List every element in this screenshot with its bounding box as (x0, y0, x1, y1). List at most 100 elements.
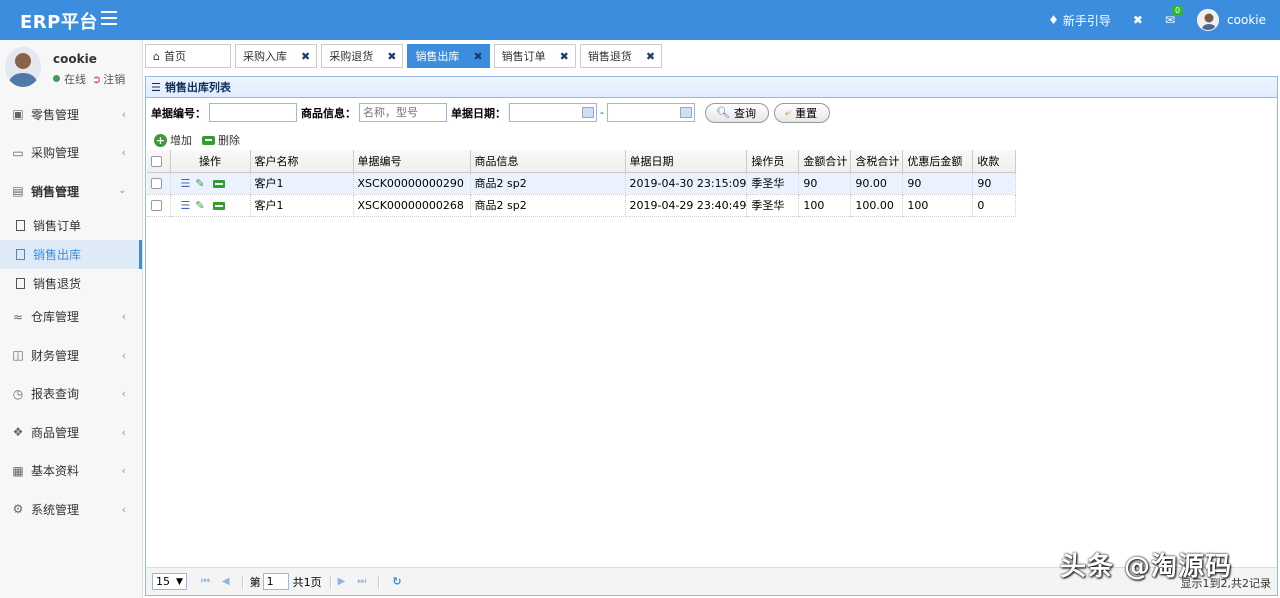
mail-button[interactable]: ✉ 0 (1165, 5, 1184, 27)
calendar-icon[interactable] (582, 107, 594, 118)
diamond-icon: ♦ (1048, 13, 1059, 27)
expand-icon: ✖ (1132, 13, 1143, 27)
select-all-checkbox[interactable] (151, 155, 162, 167)
tab-label: 采购入库 (243, 50, 287, 63)
column-header[interactable]: 客户名称 (250, 150, 354, 173)
sidebar-item-retail[interactable]: ▣ 零售管理 ‹ (0, 95, 142, 134)
logout-link[interactable]: 注销 (103, 73, 125, 86)
logout-icon[interactable]: ➲ (92, 73, 101, 86)
sidebar-item-label: 零售管理 (31, 107, 80, 122)
tax-amount-cell: 100.00 (850, 194, 904, 217)
close-icon[interactable]: ✖ (646, 50, 655, 63)
column-header[interactable]: 金额合计 (798, 150, 852, 173)
sales-outbound-panel: ☰ 销售出库列表 单据编号： 商品信息： 单据日期： - 🔍︎ 查询 ⤶ 重置 … (145, 76, 1278, 596)
row-checkbox[interactable] (151, 178, 162, 189)
date-cell: 2019-04-29 23:40:49 (625, 194, 748, 217)
tax-amount-cell: 90.00 (850, 172, 904, 195)
panel-title: ☰ 销售出库列表 (146, 77, 1277, 98)
sidebar-item-warehouse[interactable]: ≈ 仓库管理 ‹ (0, 298, 142, 337)
column-header[interactable]: 单据编号 (353, 150, 471, 173)
page-number-input[interactable]: 1 (262, 573, 289, 590)
sidebar-item-sales[interactable]: ▤ 销售管理 ⌄ (0, 172, 142, 211)
first-page-icon[interactable]: ⏮︎ (201, 576, 210, 587)
start-date-field[interactable] (509, 103, 597, 122)
delete-icon[interactable] (212, 201, 225, 210)
chevron-left-icon: ‹ (121, 387, 126, 401)
table-row[interactable]: ☰ ✎ 客户1 XSCK00000000290 商品2 sp2 2019-04-3… (147, 172, 1017, 195)
tab-purchase-inbound[interactable]: 采购入库 ✖ (235, 44, 318, 68)
close-icon[interactable]: ✖ (387, 50, 396, 63)
chevron-left-icon: ‹ (121, 107, 126, 121)
list-icon[interactable]: ☰ (181, 177, 191, 190)
row-checkbox[interactable] (151, 200, 162, 211)
sidebar-item-finance[interactable]: ◫ 财务管理 ‹ (0, 336, 142, 375)
sidebar-item-goods[interactable]: ❖ 商品管理 ‹ (0, 413, 142, 452)
sidebar-subitem-sales-return[interactable]: 销售退货 (0, 269, 142, 298)
reset-button[interactable]: ⤶ 重置 (773, 102, 831, 123)
column-header[interactable]: 收款 (972, 150, 1017, 173)
edit-icon[interactable]: ✎ (195, 199, 204, 212)
sidebar-item-reports[interactable]: ◷ 报表查询 ‹ (0, 375, 142, 414)
guide-link[interactable]: ♦ 新手引导 (1048, 12, 1111, 29)
last-page-icon[interactable]: ⏭︎ (357, 576, 366, 587)
page-size-select[interactable]: 15 ▼ (152, 573, 187, 590)
grid-toolbar: + 增加 删除 (146, 130, 1277, 150)
delete-button[interactable]: 删除 (202, 132, 240, 148)
chevron-left-icon: ‹ (121, 146, 126, 160)
column-header[interactable]: 商品信息 (470, 150, 626, 173)
sidebar-item-basic-data[interactable]: ▦ 基本资料 ‹ (0, 452, 142, 491)
tab-sales-return[interactable]: 销售退货 ✖ (579, 44, 663, 68)
sidebar-item-label: 仓库管理 (31, 310, 80, 325)
operator-cell: 季圣华 (746, 194, 800, 217)
row-select-cell (147, 194, 171, 217)
end-date-field[interactable] (606, 103, 695, 122)
tab-purchase-return[interactable]: 采购退货 ✖ (321, 44, 404, 68)
menu-toggle-icon[interactable] (101, 11, 117, 25)
edit-icon[interactable]: ✎ (195, 177, 204, 190)
customer-cell: 客户1 (250, 172, 354, 195)
user-menu[interactable]: cookie (1197, 9, 1266, 31)
tab-sales-outbound[interactable]: 销售出库 ✖ (407, 44, 490, 68)
column-header[interactable]: 单据日期 (625, 150, 748, 173)
pager-divider (378, 574, 381, 589)
close-icon[interactable]: ✖ (301, 50, 310, 63)
column-header[interactable]: 操作员 (746, 150, 800, 173)
app-brand[interactable]: ERP平台 (20, 8, 98, 34)
document-icon (16, 219, 25, 231)
sidebar-subitem-sales-order[interactable]: 销售订单 (0, 211, 142, 240)
delete-icon[interactable] (212, 179, 225, 188)
number-input[interactable] (209, 103, 297, 122)
fullscreen-button[interactable]: ✖ (1133, 13, 1143, 27)
next-page-icon[interactable]: ▶ (338, 576, 346, 587)
sidebar-item-label: 财务管理 (31, 348, 80, 363)
pager-divider (329, 574, 332, 589)
close-icon[interactable]: ✖ (473, 50, 482, 63)
row-select-cell (147, 172, 171, 195)
query-button[interactable]: 🔍︎ 查询 (704, 102, 769, 123)
goods-input[interactable] (359, 103, 447, 122)
header-username: cookie (1227, 13, 1266, 27)
sidebar-item-label: 采购管理 (31, 146, 80, 161)
tab-label: 采购退货 (329, 50, 374, 63)
calendar-icon[interactable] (679, 107, 692, 118)
tab-home[interactable]: ⌂ 首页 (145, 44, 231, 68)
sidebar-subitem-sales-outbound[interactable]: 销售出库 (0, 239, 142, 269)
close-icon[interactable]: ✖ (560, 50, 569, 63)
clock-icon: ◷ (12, 386, 24, 401)
reset-label: 重置 (795, 106, 818, 120)
delete-label: 删除 (218, 134, 240, 147)
sidebar: cookie 在线 ➲ 注销 ▣ 零售管理 ‹ ▭ 采购管理 ‹ ▤ 销售管理 ⌄ … (0, 40, 143, 598)
column-header[interactable]: 含税合计 (850, 150, 904, 173)
column-header[interactable]: 操作 (170, 150, 251, 173)
list-icon[interactable]: ☰ (181, 199, 191, 212)
column-header[interactable]: 优惠后金额 (902, 150, 974, 173)
refresh-icon[interactable]: ↻ (392, 575, 401, 588)
table-row[interactable]: ☰ ✎ 客户1 XSCK00000000268 商品2 sp2 2019-04-2… (147, 194, 1017, 217)
amount-cell: 90 (798, 172, 852, 195)
add-button[interactable]: + 增加 (154, 132, 192, 148)
sidebar-item-purchase[interactable]: ▭ 采购管理 ‹ (0, 134, 142, 173)
prev-page-icon[interactable]: ◀ (222, 576, 230, 587)
remove-icon (202, 135, 215, 145)
sidebar-item-system[interactable]: ⚙ 系统管理 ‹ (0, 490, 142, 529)
tab-sales-order[interactable]: 销售订单 ✖ (493, 44, 576, 68)
